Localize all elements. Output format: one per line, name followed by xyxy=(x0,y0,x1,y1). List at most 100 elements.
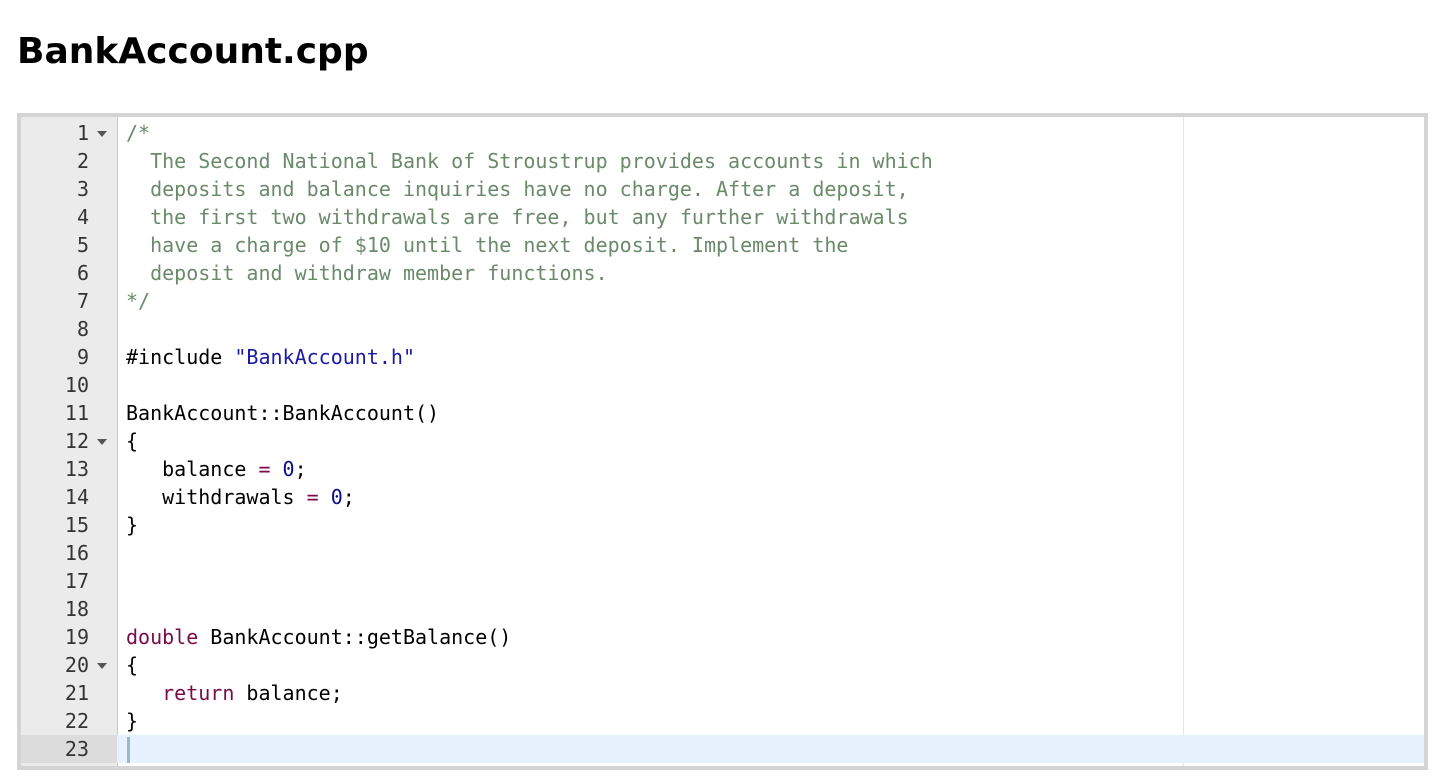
line-number: 12 xyxy=(64,429,89,453)
line-number-cell: 20 xyxy=(21,651,117,679)
line-number: 3 xyxy=(76,177,89,201)
code-text: BankAccount::BankAccount() xyxy=(126,399,439,427)
line-number: 20 xyxy=(64,653,89,677)
line-number: 13 xyxy=(64,457,89,481)
code-token-plain: BankAccount::BankAccount() xyxy=(126,401,440,425)
code-token-number: 0 xyxy=(282,457,295,481)
text-cursor xyxy=(127,737,130,763)
line-number: 18 xyxy=(64,597,89,621)
line-number: 22 xyxy=(64,709,89,733)
code-line[interactable]: 4 the first two withdrawals are free, bu… xyxy=(21,203,1424,231)
code-line[interactable]: 7 */ xyxy=(21,287,1424,315)
code-line[interactable]: 22} xyxy=(21,707,1424,735)
code-line[interactable]: 8 xyxy=(21,315,1424,343)
fold-arrow-icon[interactable] xyxy=(97,663,107,669)
code-token-plain: BankAccount::getBalance() xyxy=(198,625,512,649)
line-number: 11 xyxy=(64,401,89,425)
line-number-cell: 3 xyxy=(21,175,117,203)
code-token-plain: { xyxy=(126,429,139,453)
line-number-cell: 10 xyxy=(21,371,117,399)
line-number: 5 xyxy=(76,233,89,257)
code-text: withdrawals = 0; xyxy=(126,483,355,511)
code-line[interactable]: 9 #include "BankAccount.h" xyxy=(21,343,1424,371)
line-number: 1 xyxy=(76,121,89,145)
code-token-keyword: double xyxy=(126,625,199,649)
line-number-cell: 16 xyxy=(21,539,117,567)
line-number-cell: 14 xyxy=(21,483,117,511)
code-text: return balance; xyxy=(126,679,343,707)
line-number-cell: 5 xyxy=(21,231,117,259)
code-token-comment: deposit and withdraw member functions. xyxy=(126,261,608,285)
code-line[interactable]: 13 balance = 0; xyxy=(21,455,1424,483)
line-number-cell: 12 xyxy=(21,427,117,455)
code-token-string: "BankAccount.h" xyxy=(234,345,415,369)
code-editor[interactable]: 1 /* 2 The Second National Bank of Stroust… xyxy=(17,113,1428,770)
code-text: balance = 0; xyxy=(126,455,307,483)
line-number: 23 xyxy=(64,737,89,761)
line-number-cell: 21 xyxy=(21,679,117,707)
line-number-cell: 11 xyxy=(21,399,117,427)
code-token-comment: deposits and balance inquiries have no c… xyxy=(126,177,909,201)
code-line[interactable]: 16 xyxy=(21,539,1424,567)
code-line[interactable]: 17 xyxy=(21,567,1424,595)
code-line[interactable]: 1 /* xyxy=(21,119,1424,147)
file-title: BankAccount.cpp xyxy=(17,31,369,72)
code-line[interactable]: 12 { xyxy=(21,427,1424,455)
code-text: { xyxy=(126,651,138,679)
code-line[interactable]: 10 xyxy=(21,371,1424,399)
code-text: /* xyxy=(126,119,150,147)
code-text: { xyxy=(126,427,138,455)
line-number: 15 xyxy=(64,513,89,537)
code-text: #include "BankAccount.h" xyxy=(126,343,415,371)
code-line[interactable]: 20 { xyxy=(21,651,1424,679)
code-text: deposit and withdraw member functions. xyxy=(126,259,608,287)
code-text: the first two withdrawals are free, but … xyxy=(126,203,909,231)
code-token-comment: /* xyxy=(126,121,151,145)
code-line[interactable]: 14 withdrawals = 0; xyxy=(21,483,1424,511)
code-line[interactable]: 6 deposit and withdraw member functions. xyxy=(21,259,1424,287)
code-token-comment: */ xyxy=(126,289,151,313)
code-token-comment: have a charge of $10 until the next depo… xyxy=(126,233,849,257)
code-text: */ xyxy=(126,287,150,315)
fold-arrow-icon[interactable] xyxy=(97,439,107,445)
line-number: 21 xyxy=(64,681,89,705)
code-text: double BankAccount::getBalance() xyxy=(126,623,511,651)
code-line[interactable]: 19 double BankAccount::getBalance() xyxy=(21,623,1424,651)
code-token-plain: balance xyxy=(126,457,259,481)
code-token-plain: } xyxy=(126,513,139,537)
code-line[interactable]: 23 xyxy=(21,735,1424,763)
code-line[interactable]: 21 return balance; xyxy=(21,679,1424,707)
line-number-cell: 8 xyxy=(21,315,117,343)
line-number: 14 xyxy=(64,485,89,509)
line-number: 2 xyxy=(76,149,89,173)
line-number: 8 xyxy=(76,317,89,341)
line-number: 19 xyxy=(64,625,89,649)
line-number-cell: 1 xyxy=(21,119,117,147)
code-line[interactable]: 11 BankAccount::BankAccount() xyxy=(21,399,1424,427)
line-number-cell: 7 xyxy=(21,287,117,315)
fold-arrow-icon[interactable] xyxy=(97,131,107,137)
line-number-cell: 6 xyxy=(21,259,117,287)
code-line[interactable]: 3 deposits and balance inquiries have no… xyxy=(21,175,1424,203)
line-number-cell: 2 xyxy=(21,147,117,175)
code-lines[interactable]: 1 /* 2 The Second National Bank of Stroust… xyxy=(21,119,1424,763)
line-number: 7 xyxy=(76,289,89,313)
code-token-plain: withdrawals xyxy=(126,485,307,509)
line-number-cell: 9 xyxy=(21,343,117,371)
line-number-cell: 17 xyxy=(21,567,117,595)
line-number: 16 xyxy=(64,541,89,565)
code-line[interactable]: 15} xyxy=(21,511,1424,539)
line-number: 4 xyxy=(76,205,89,229)
line-number-cell: 4 xyxy=(21,203,117,231)
code-token-plain: ; xyxy=(294,457,307,481)
code-text: deposits and balance inquiries have no c… xyxy=(126,175,909,203)
code-text: } xyxy=(126,511,138,539)
code-token-plain: } xyxy=(126,709,139,733)
code-line[interactable]: 18 xyxy=(21,595,1424,623)
code-line[interactable]: 2 The Second National Bank of Stroustrup… xyxy=(21,147,1424,175)
code-line[interactable]: 5 have a charge of $10 until the next de… xyxy=(21,231,1424,259)
line-number-cell: 18 xyxy=(21,595,117,623)
code-text: } xyxy=(126,707,138,735)
line-number-cell: 15 xyxy=(21,511,117,539)
